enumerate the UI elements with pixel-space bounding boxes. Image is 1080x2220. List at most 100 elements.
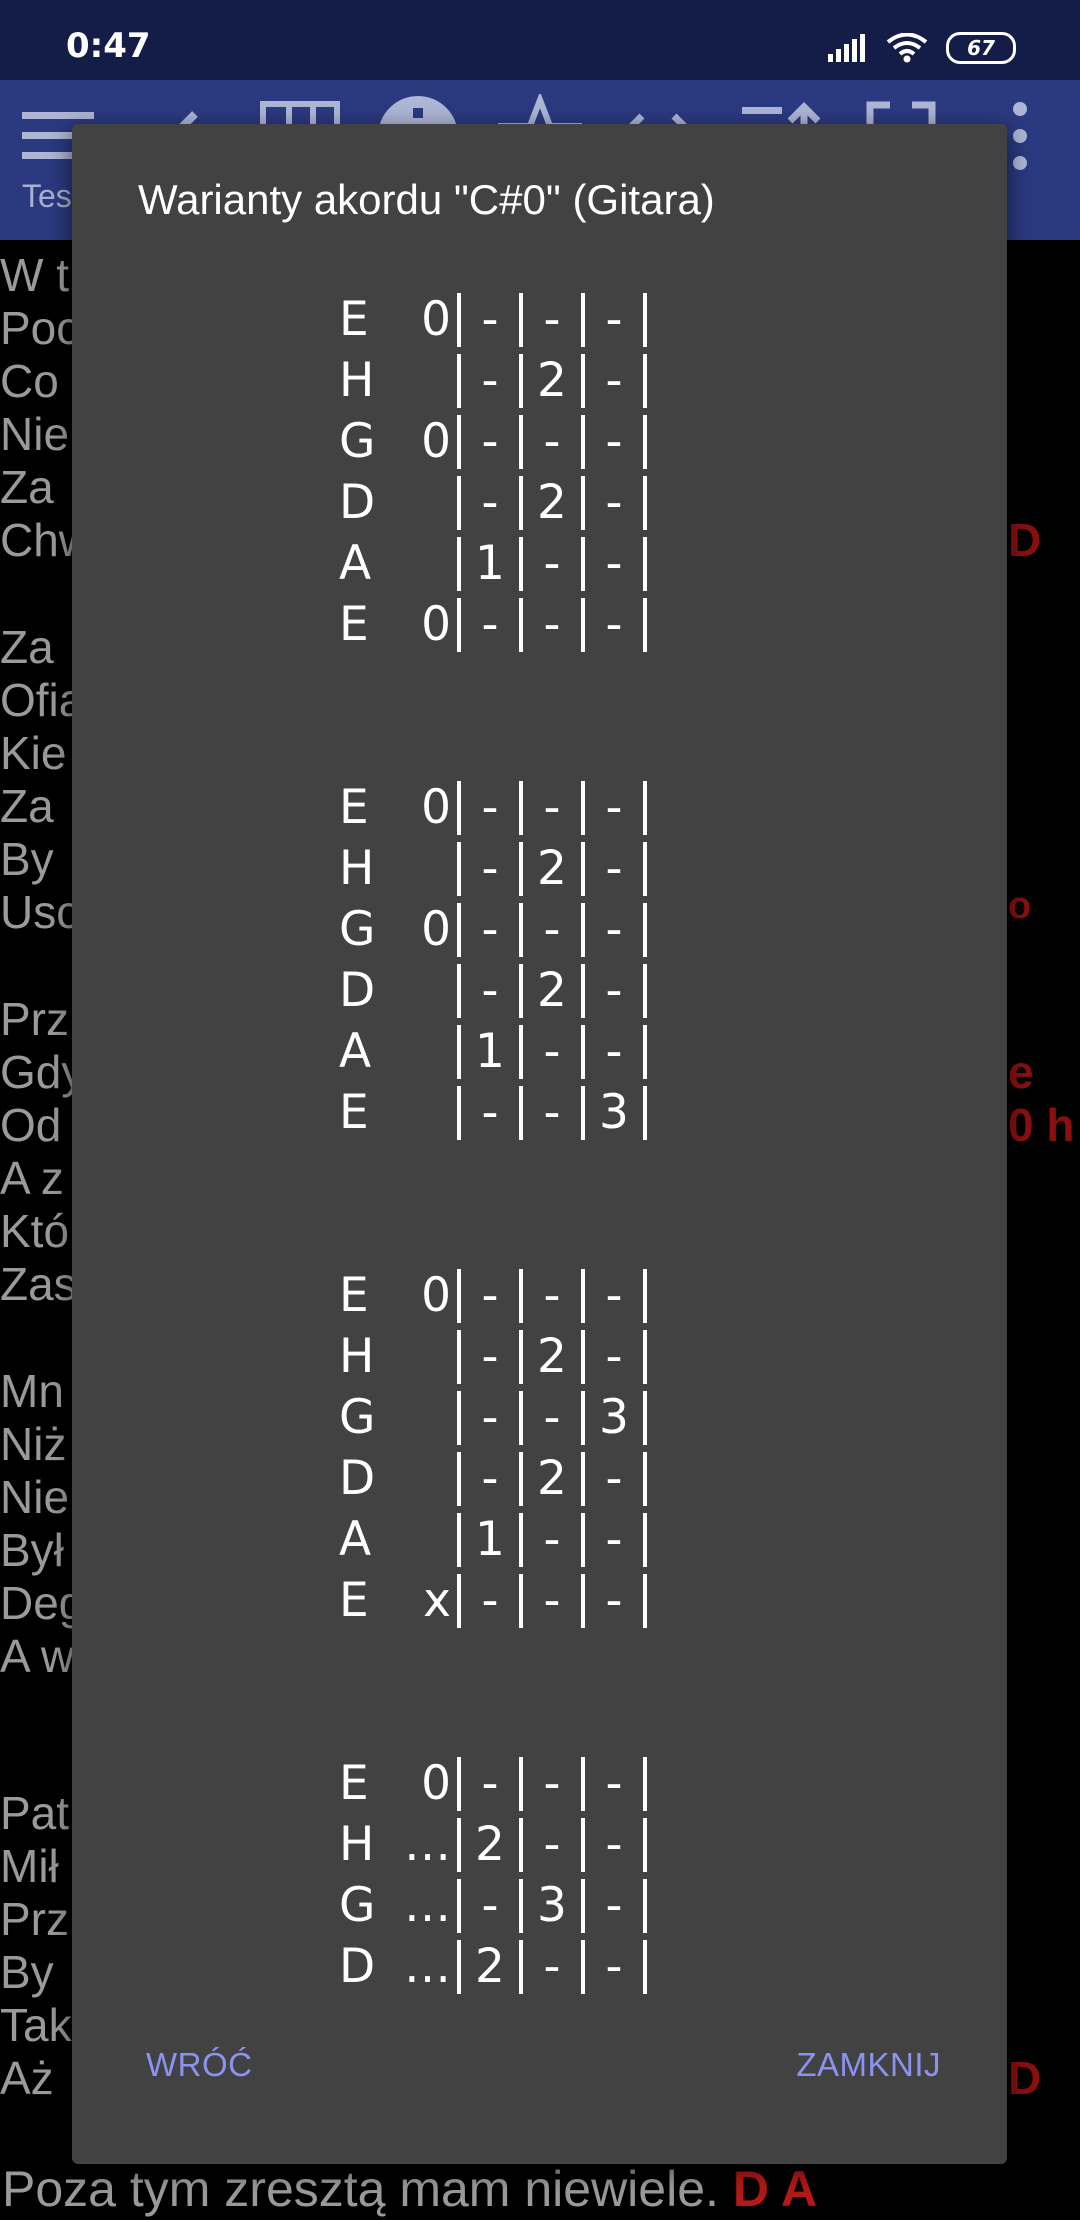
string-name: H	[339, 1817, 375, 1872]
string-name: A	[339, 1024, 372, 1079]
fret-cell: -	[605, 963, 623, 1018]
string-row: E0---	[327, 289, 647, 350]
chord-diagram: E 0- - - H… 2- - G… -3- D… 2- -	[327, 1753, 647, 1997]
fret-cell: -	[605, 414, 623, 469]
fret-cell: -	[481, 1451, 499, 1506]
string-row: E0---	[327, 1753, 647, 1814]
lyric-line: Aż	[0, 2052, 54, 2104]
fret-cell: 1	[475, 1512, 505, 1567]
fret-cell: -	[481, 1573, 499, 1628]
fret-cell: -	[605, 597, 623, 652]
chord-diagram: E0---H-2-G--3D-2-A1--Ex---	[327, 1265, 647, 1631]
fret-cell: -	[481, 1390, 499, 1445]
fret-line	[643, 1512, 647, 1567]
lyric-line: Prz	[0, 1893, 69, 1945]
string-row: D -2-	[327, 960, 647, 1021]
string-row: A1--	[327, 533, 647, 594]
close-button[interactable]: ZAMKNIJ	[796, 2046, 941, 2084]
fret-line	[643, 1817, 647, 1872]
fret-cell: -	[543, 1512, 561, 1567]
dialog-title: Warianty akordu "C#0" (Gitara)	[138, 176, 715, 223]
open-string-mark: 0	[421, 902, 451, 957]
string-name: G	[339, 414, 376, 469]
fret-cell: -	[605, 1939, 623, 1994]
string-name: E	[339, 780, 369, 835]
chord-variants-dialog: Warianty akordu "C#0" (Gitara) E0---H-2-…	[72, 124, 1007, 2164]
open-string-mark: x	[423, 1573, 451, 1628]
string-name: A	[339, 536, 372, 591]
lyric-line: Co	[0, 355, 59, 407]
fret-cell: -	[605, 1451, 623, 1506]
status-icons: 67	[828, 28, 1016, 68]
string-name: E	[339, 1573, 369, 1628]
string-row: E--3	[327, 1082, 647, 1143]
fret-line	[643, 1756, 647, 1811]
string-name: G	[339, 1390, 376, 1445]
fret-line	[643, 1939, 647, 1994]
fret-cell: -	[481, 475, 499, 530]
fret-line	[643, 902, 647, 957]
fret-cell: -	[605, 1329, 623, 1384]
string-name: D	[339, 1939, 376, 1994]
fret-cell: -	[543, 1085, 561, 1140]
string-name: E	[339, 1085, 369, 1140]
fret-cell: -	[605, 1756, 623, 1811]
string-row: D… 2- -	[327, 1936, 647, 1997]
lyric-line-bottom: Poza tym zresztą mam niewiele. D A	[2, 2160, 817, 2218]
string-row: G… -3-	[327, 1875, 647, 1936]
lyric-chord: o	[1008, 885, 1032, 927]
fret-cell: -	[543, 1756, 561, 1811]
fret-line	[643, 1329, 647, 1384]
lyric-line: Zas	[0, 1258, 77, 1310]
fret-cell: -	[481, 353, 499, 408]
fret-cell: -	[605, 1573, 623, 1628]
string-row: H -2-	[327, 350, 647, 411]
fret-cell: -	[481, 780, 499, 835]
string-row: G0---	[327, 899, 647, 960]
fret-cell: -	[481, 1085, 499, 1140]
lyric-line: Któ	[0, 1205, 70, 1257]
open-string-mark: …	[404, 1878, 451, 1933]
open-string-mark: 0	[421, 597, 451, 652]
string-row: E0---	[327, 594, 647, 655]
fret-cell: -	[543, 1390, 561, 1445]
chord-diagram: E0---H-2-G0---D-2-A1--E0---	[327, 289, 647, 655]
lyric-line: Mn	[0, 1365, 64, 1417]
lyric-line: A w	[0, 1630, 75, 1682]
fret-cell: -	[605, 292, 623, 347]
string-name: A	[339, 1512, 372, 1567]
battery-icon: 67	[946, 32, 1016, 64]
fret-cell: -	[543, 1268, 561, 1323]
string-row: H -2-	[327, 838, 647, 899]
fret-line	[643, 1268, 647, 1323]
lyric-line: Za	[0, 780, 54, 832]
fret-cell: 1	[475, 1024, 505, 1079]
lyric-line: Tak	[0, 1999, 72, 2051]
lyric-text: Poza tym zresztą mam niewiele.	[2, 2161, 719, 2217]
string-name: G	[339, 902, 376, 957]
fret-cell: -	[481, 841, 499, 896]
fret-cell: -	[605, 902, 623, 957]
fret-cell: -	[605, 536, 623, 591]
string-name: H	[339, 841, 375, 896]
fret-line	[643, 780, 647, 835]
fret-cell: -	[605, 475, 623, 530]
fret-cell: -	[543, 292, 561, 347]
battery-level: 67	[967, 36, 995, 60]
fret-cell: -	[543, 780, 561, 835]
back-button[interactable]: WRÓĆ	[146, 2046, 252, 2084]
lyric-line: Kie	[0, 727, 67, 779]
lyric-line: Od	[0, 1099, 62, 1151]
fret-line	[643, 1451, 647, 1506]
fret-cell: -	[481, 292, 499, 347]
fret-cell: -	[481, 1268, 499, 1323]
string-row: Ex---	[327, 1570, 647, 1631]
fret-cell: -	[481, 902, 499, 957]
lyric-line: Usc	[0, 886, 80, 938]
fret-line	[643, 597, 647, 652]
string-name: H	[339, 1329, 375, 1384]
lyric-line: Niż	[0, 1418, 67, 1470]
lyric-line: Mił	[0, 1840, 59, 1892]
lyric-chord: 0 h	[1008, 1099, 1075, 1151]
fret-cell: 2	[537, 963, 567, 1018]
